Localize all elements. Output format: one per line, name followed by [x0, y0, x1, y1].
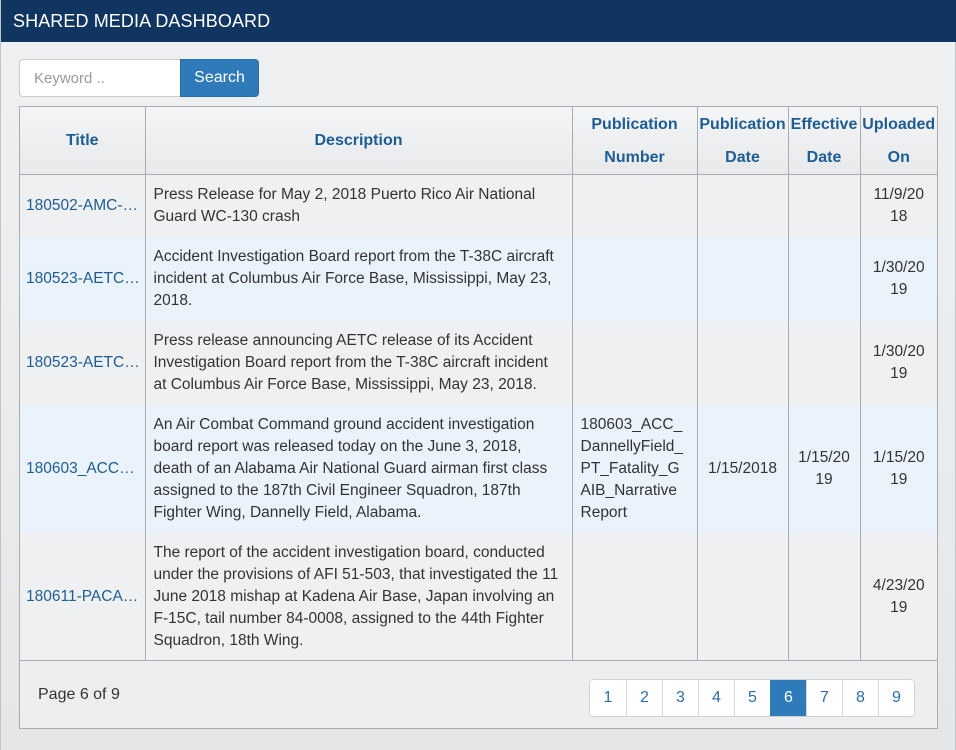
- row-description: The report of the accident investigation…: [145, 532, 573, 660]
- page-button-6[interactable]: 6: [770, 680, 806, 716]
- table-row: 180523-AETC-T38C-Press ReleasePress rele…: [20, 320, 937, 405]
- row-publication-number: [572, 320, 698, 405]
- row-description: An Air Combat Command ground accident in…: [145, 404, 573, 533]
- row-title-link[interactable]: 180611-PACAF-F15C-Report: [20, 532, 146, 660]
- row-effective-date: [788, 174, 861, 237]
- page-button-8[interactable]: 8: [842, 680, 878, 716]
- keyword-search-input[interactable]: [19, 59, 181, 97]
- row-uploaded-on: 1/30/20 19: [860, 236, 937, 321]
- table-row: 180603_ACC_DannellyField_PT_FatalityAn A…: [20, 404, 937, 533]
- row-uploaded-on: 1/15/20 19: [860, 404, 937, 533]
- media-table: Title Description Publication Number Public…: [20, 107, 937, 660]
- pagination-bar: Page 6 of 9 123456789: [19, 661, 938, 729]
- row-effective-date: 1/15/20 19: [788, 404, 861, 533]
- row-effective-date: [788, 532, 861, 660]
- col-uploaded-on-header[interactable]: Uploaded On: [860, 107, 937, 175]
- media-table-container: Title Description Publication Number Public…: [19, 106, 938, 661]
- page-button-4[interactable]: 4: [698, 680, 734, 716]
- page-button-1[interactable]: 1: [590, 680, 626, 716]
- table-row: 180611-PACAF-F15C-ReportThe report of th…: [20, 532, 937, 660]
- table-row: 180523-AETC-T38C-ReportAccident Investig…: [20, 236, 937, 321]
- page-button-7[interactable]: 7: [806, 680, 842, 716]
- row-publication-number: 180603_ACC_ DannellyField_ PT_Fatality_G…: [572, 404, 698, 533]
- row-title-link[interactable]: 180523-AETC-T38C-Report: [20, 236, 146, 321]
- row-description: Accident Investigation Board report from…: [145, 236, 573, 321]
- row-uploaded-on: 11/9/20 18: [860, 174, 937, 237]
- page-button-5[interactable]: 5: [734, 680, 770, 716]
- page-button-9[interactable]: 9: [878, 680, 914, 716]
- row-description: Press release announcing AETC release of…: [145, 320, 573, 405]
- row-uploaded-on: 1/30/20 19: [860, 320, 937, 405]
- row-effective-date: [788, 320, 861, 405]
- row-publication-number: [572, 532, 698, 660]
- row-uploaded-on: 4/23/20 19: [860, 532, 937, 660]
- table-row: 180502-AMC-SUMMARY-Press ReleasePress Re…: [20, 174, 937, 237]
- page-header: SHARED MEDIA DASHBOARD: [1, 0, 956, 42]
- row-publication-date: [697, 174, 789, 237]
- col-publication-number-header[interactable]: Publication Number: [572, 107, 698, 175]
- row-publication-date: [697, 320, 789, 405]
- row-title-link[interactable]: 180603_ACC_DannellyField_PT_Fatality: [20, 404, 146, 533]
- pagination: 123456789: [589, 679, 915, 717]
- col-effective-date-header[interactable]: Effective Date: [788, 107, 861, 175]
- row-publication-date: [697, 236, 789, 321]
- row-publication-date: [697, 532, 789, 660]
- page-info: Page 6 of 9: [38, 686, 120, 703]
- col-title-header[interactable]: Title: [20, 107, 146, 175]
- page-button-3[interactable]: 3: [662, 680, 698, 716]
- row-title-link[interactable]: 180502-AMC-SUMMARY-Press Release: [20, 174, 146, 237]
- page-title: SHARED MEDIA DASHBOARD: [13, 11, 271, 31]
- row-title-link[interactable]: 180523-AETC-T38C-Press Release: [20, 320, 146, 405]
- search-button[interactable]: Search: [180, 59, 259, 97]
- row-effective-date: [788, 236, 861, 321]
- page-button-2[interactable]: 2: [626, 680, 662, 716]
- dashboard-frame: SHARED MEDIA DASHBOARD Search TitleDescr…: [0, 0, 956, 750]
- row-publication-date: 1/15/2018: [697, 404, 789, 533]
- row-publication-number: [572, 236, 698, 321]
- row-publication-number: [572, 174, 698, 237]
- row-description: Press Release for May 2, 2018 Puerto Ric…: [145, 174, 573, 237]
- col-description-header[interactable]: Description: [145, 107, 573, 175]
- table-header-row: Title Description Publication Number Public…: [20, 107, 937, 175]
- col-publication-date-header[interactable]: Publication Date: [697, 107, 789, 175]
